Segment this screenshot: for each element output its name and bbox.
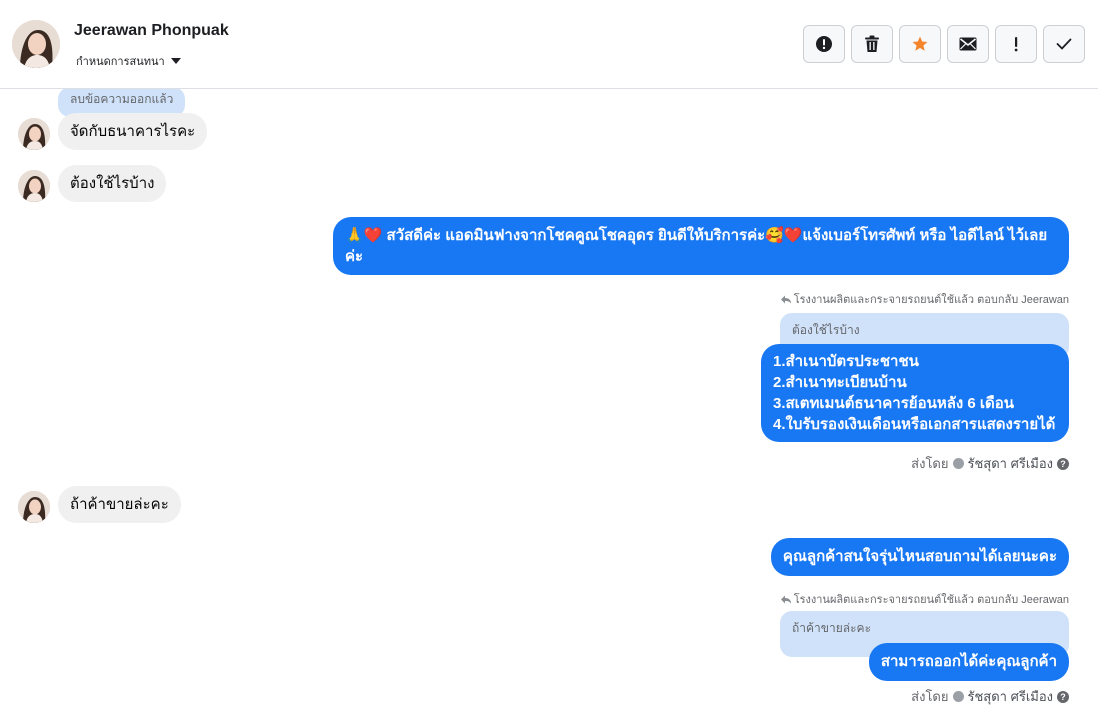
contact-avatar[interactable] [12,20,60,68]
star-icon [912,36,928,51]
sent-by-label: ส่งโดย [911,689,949,704]
list-line: 1.สำเนาบัตรประชาชน [773,353,919,370]
contact-avatar-small [18,118,50,150]
help-icon[interactable]: ? [1057,457,1069,470]
sent-by-info: ส่งโดย รัชสุดา ศรีเมือง ? [911,686,1069,707]
contact-avatar-small [18,170,50,202]
reply-context: โรงงานผลิตและกระจายรถยนต์ใช้แล้ว ตอบกลับ… [780,290,1069,308]
sent-by-info: ส่งโดย รัชสุดา ศรีเมือง ? [911,453,1069,474]
contact-avatar-small [18,491,50,523]
list-line: 2.สำเนาทะเบียนบ้าน [773,374,907,391]
reply-context: โรงงานผลิตและกระจายรถยนต์ใช้แล้ว ตอบกลับ… [780,590,1069,608]
incoming-message[interactable]: ต้องใช้ไรบ้าง [58,165,167,202]
list-line: 3.สเตทเมนต์ธนาคารย้อนหลัง 6 เดือน [773,395,1015,412]
conversation-header: Jeerawan Phonpuak กำหนดการสนทนา [0,0,1098,89]
alert-circle-icon [816,36,832,52]
trash-icon [865,35,879,52]
star-button[interactable] [899,25,941,63]
incoming-message[interactable]: ถ้าค้าขายล่ะคะ [58,486,181,523]
follow-up-button[interactable] [995,25,1037,63]
reply-context-text: โรงงานผลิตและกระจายรถยนต์ใช้แล้ว ตอบกลับ… [793,294,1069,306]
mark-unread-button[interactable] [947,25,989,63]
help-icon[interactable]: ? [1057,690,1069,703]
spam-button[interactable] [803,25,845,63]
caret-down-icon [170,58,181,64]
mark-done-button[interactable] [1043,25,1085,63]
check-icon [1056,38,1072,50]
agent-name[interactable]: รัชสุดา ศรีเมือง [968,453,1054,474]
outgoing-message[interactable]: คุณลูกค้าสนใจรุ่นไหนสอบถามได้เลยนะคะ [770,538,1069,576]
envelope-icon [959,37,977,51]
agent-name[interactable]: รัชสุดา ศรีเมือง [968,686,1054,707]
agent-icon [952,458,964,469]
reply-arrow-icon [780,295,791,303]
exclamation-icon [1014,37,1018,52]
contact-name[interactable]: Jeerawan Phonpuak [74,22,229,40]
agent-icon [952,691,964,702]
list-line: 4.ใบรับรองเงินเดือนหรือเอกสารแสดงรายได้ [773,416,1056,433]
reply-arrow-icon [780,595,791,603]
assign-conversation-dropdown[interactable]: กำหนดการสนทนา [76,52,181,70]
incoming-message[interactable]: จัดกับธนาคารไรคะ [58,113,208,150]
sent-by-label: ส่งโดย [911,456,949,471]
outgoing-message[interactable]: 🙏❤️ สวัสดีค่ะ แอดมินฟางจากโชคคูณโชคอุดร … [333,217,1069,275]
conversation-toolbar [803,25,1085,63]
reply-context-text: โรงงานผลิตและกระจายรถยนต์ใช้แล้ว ตอบกลับ… [793,594,1069,606]
delete-button[interactable] [851,25,893,63]
assign-label: กำหนดการสนทนา [76,56,165,68]
outgoing-message-list[interactable]: 1.สำเนาบัตรประชาชน 2.สำเนาทะเบียนบ้าน 3.… [761,344,1069,442]
message-thread[interactable]: ลบข้อความออกแล้ว จัดกับธนาคารไรคะ ต้องใช… [0,89,1098,708]
outgoing-message[interactable]: สามารถออกได้ค่ะคุณลูกค้า [868,643,1069,681]
